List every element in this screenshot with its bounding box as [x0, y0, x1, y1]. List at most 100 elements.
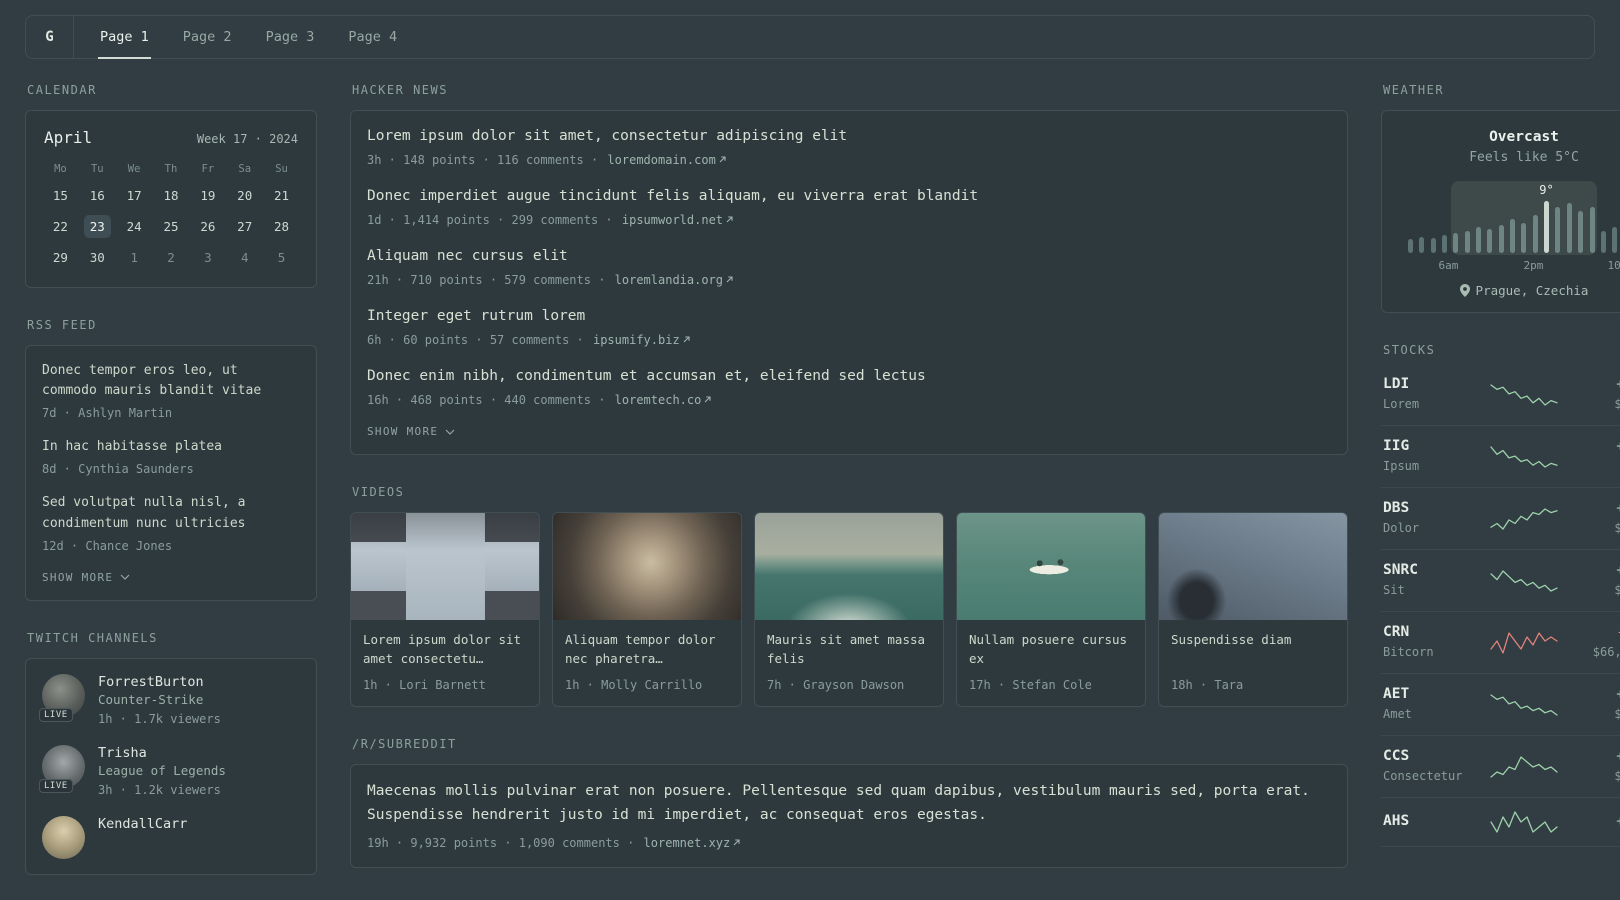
- hn-source-link[interactable]: loremlandia.org: [615, 273, 734, 287]
- tab-page-2[interactable]: Page 2: [181, 16, 234, 59]
- hn-item-meta: 3h · 148 points · 116 comments · loremdo…: [367, 151, 1331, 169]
- weather-bar: [1487, 229, 1493, 253]
- stock-sparkline: [1475, 569, 1573, 593]
- logo[interactable]: G: [26, 16, 74, 58]
- stock-price: $165.84: [1614, 769, 1620, 783]
- hn-item-title[interactable]: Donec enim nibh, condimentum et accumsan…: [367, 366, 1331, 387]
- right-column: WEATHER Overcast Feels like 5°C 9° 6am 2p…: [1381, 83, 1620, 875]
- stock-left: SNRC Sit: [1383, 562, 1475, 599]
- video-body: Aliquam tempor dolor nec pharetra… 1h · M…: [553, 620, 741, 706]
- stock-right: +4.35% $795.18: [1573, 376, 1620, 413]
- video-title: Aliquam tempor dolor nec pharetra…: [565, 632, 716, 667]
- stock-name: Bitcorn: [1383, 645, 1434, 659]
- stock-right: +2.84% $42.04: [1573, 438, 1620, 475]
- weather-bar: [1544, 201, 1550, 253]
- stock-row[interactable]: AET Amet +0.92% $499.72: [1381, 674, 1620, 736]
- stock-name: Sit: [1383, 583, 1405, 597]
- rss-box: Donec tempor eros leo, ut commodo mauris…: [25, 345, 317, 601]
- top-navigation: G Page 1 Page 2 Page 3 Page 4: [25, 15, 1595, 59]
- hn-source-link[interactable]: ipsumworld.net: [622, 213, 734, 227]
- twitch-channel[interactable]: KendallCarr: [42, 815, 300, 859]
- hackernews-list: Lorem ipsum dolor sit amet, consectetur …: [367, 126, 1331, 409]
- weather-condition: Overcast: [1489, 129, 1559, 145]
- video-card[interactable]: Nullam posuere cursus ex 17h · Stefan Col…: [956, 512, 1146, 708]
- weather-bar: [1555, 207, 1561, 253]
- stock-row[interactable]: IIG Ipsum +2.84% $42.04: [1381, 426, 1620, 488]
- rss-item-title[interactable]: Donec tempor eros leo, ut commodo mauris…: [42, 361, 300, 401]
- stock-change: +0.46%: [1573, 813, 1620, 829]
- hackernews-show-more-button[interactable]: SHOW MORE: [367, 425, 455, 438]
- hn-source-link[interactable]: ipsumify.biz: [593, 333, 691, 347]
- hackernews-widget: HACKER NEWS Lorem ipsum dolor sit amet, …: [350, 83, 1348, 456]
- video-card[interactable]: Aliquam tempor dolor nec pharetra… 1h · M…: [552, 512, 742, 708]
- twitch-widget-title: TWITCH CHANNELS: [27, 630, 158, 645]
- stock-row[interactable]: CRN Bitcorn -1.00% $66,171.48: [1381, 612, 1620, 674]
- avatar: LIVE: [39, 673, 85, 722]
- hn-source-link[interactable]: loremtech.co: [615, 393, 713, 407]
- tab-page-3[interactable]: Page 3: [264, 16, 317, 59]
- weather-bar: [1430, 238, 1436, 253]
- video-body: Lorem ipsum dolor sit amet consectetu… 1h…: [351, 620, 539, 706]
- calendar-day: 26: [200, 219, 216, 234]
- stock-sparkline: [1475, 445, 1573, 469]
- stock-row[interactable]: AHS +0.46%: [1381, 798, 1620, 847]
- hn-item: Aliquam nec cursus elit 21h · 710 points …: [367, 246, 1331, 289]
- subreddit-widget-title: /R/SUBREDDIT: [352, 737, 457, 752]
- subreddit-post-title[interactable]: Maecenas mollis pulvinar erat non posuer…: [367, 780, 1331, 828]
- hn-item: Donec imperdiet augue tincidunt felis al…: [367, 186, 1331, 229]
- video-thumbnail: [553, 513, 741, 621]
- video-card[interactable]: Suspendisse diam 18h · Tara: [1158, 512, 1348, 708]
- hn-item-meta: 1d · 1,414 points · 299 comments · ipsum…: [367, 211, 1331, 229]
- video-card[interactable]: Lorem ipsum dolor sit amet consectetu… 1h…: [350, 512, 540, 708]
- stock-row[interactable]: DBS Dolor +1.42% $156.28: [1381, 488, 1620, 550]
- video-body: Mauris sit amet massa felis 7h · Grayson …: [755, 620, 943, 706]
- rss-show-more-button[interactable]: SHOW MORE: [42, 571, 130, 584]
- avatar: [42, 815, 85, 859]
- channel-name: Trisha: [98, 744, 147, 761]
- stock-row[interactable]: SNRC Sit +1.36% $148.64: [1381, 550, 1620, 612]
- stocks-widget-title: STOCKS: [1383, 343, 1436, 357]
- video-body: Suspendisse diam 18h · Tara: [1159, 620, 1347, 706]
- tab-page-4[interactable]: Page 4: [346, 16, 399, 59]
- calendar-week-year: Week 17 · 2024: [196, 132, 298, 146]
- video-meta: 18h · Tara: [1171, 678, 1244, 693]
- stock-change: +1.36%: [1573, 562, 1620, 578]
- chevron-down-icon: [120, 574, 130, 581]
- stock-row[interactable]: LDI Lorem +4.35% $795.18: [1381, 370, 1620, 426]
- calendar-day-header: Tu: [90, 163, 104, 175]
- stock-ticker: DBS: [1383, 500, 1410, 516]
- hn-item-title[interactable]: Donec imperdiet augue tincidunt felis al…: [367, 186, 1331, 207]
- stock-left: CCS Consectetur: [1383, 748, 1475, 785]
- rss-item: Donec tempor eros leo, ut commodo mauris…: [42, 361, 300, 422]
- tab-page-1[interactable]: Page 1: [98, 16, 151, 59]
- weather-bar: [1612, 227, 1618, 253]
- stock-row[interactable]: CCS Consectetur +0.51% $165.84: [1381, 736, 1620, 798]
- hn-item-title[interactable]: Integer eget rutrum lorem: [367, 306, 1331, 327]
- hn-item-title[interactable]: Lorem ipsum dolor sit amet, consectetur …: [367, 126, 1331, 147]
- rss-item-meta: 12d · Chance Jones: [42, 538, 173, 553]
- calendar-day: 1: [130, 250, 138, 265]
- channel-info: ForrestBurton Counter-Strike 1h · 1.7k vie…: [98, 674, 221, 728]
- stock-price: $42.04: [1573, 457, 1620, 475]
- video-title: Suspendisse diam: [1171, 632, 1292, 648]
- stock-ticker: AHS: [1383, 812, 1410, 829]
- video-card[interactable]: Mauris sit amet massa felis 7h · Grayson …: [754, 512, 944, 708]
- rss-item-title[interactable]: In hac habitasse platea: [42, 437, 300, 457]
- stock-right: +1.36% $148.64: [1573, 562, 1620, 599]
- weather-box: Overcast Feels like 5°C 9° 6am 2pm 10pm Pr…: [1381, 110, 1620, 313]
- weather-location: Prague, Czechia: [1398, 283, 1620, 298]
- twitch-channel[interactable]: LIVE Trisha League of Legends 3h · 1.2k vie…: [39, 744, 300, 799]
- hn-source-link[interactable]: loremdomain.com: [607, 153, 726, 167]
- subreddit-source-link[interactable]: loremnet.xyz: [644, 836, 742, 850]
- video-meta: 1h · Lori Barnett: [363, 678, 486, 693]
- stock-sparkline: [1475, 755, 1573, 779]
- twitch-channel[interactable]: LIVE ForrestBurton Counter-Strike 1h · 1.7k…: [39, 673, 300, 728]
- calendar-day: 15: [52, 188, 68, 203]
- stock-price: $66,171.48: [1592, 645, 1620, 659]
- stock-change: +4.35%: [1573, 376, 1620, 392]
- rss-item-title[interactable]: Sed volutpat nulla nisl, a condimentum n…: [42, 493, 300, 533]
- hn-item-title[interactable]: Aliquam nec cursus elit: [367, 246, 1331, 267]
- video-thumbnail: [1159, 513, 1347, 621]
- weather-columns: [1406, 197, 1620, 253]
- external-link-icon: [683, 336, 690, 343]
